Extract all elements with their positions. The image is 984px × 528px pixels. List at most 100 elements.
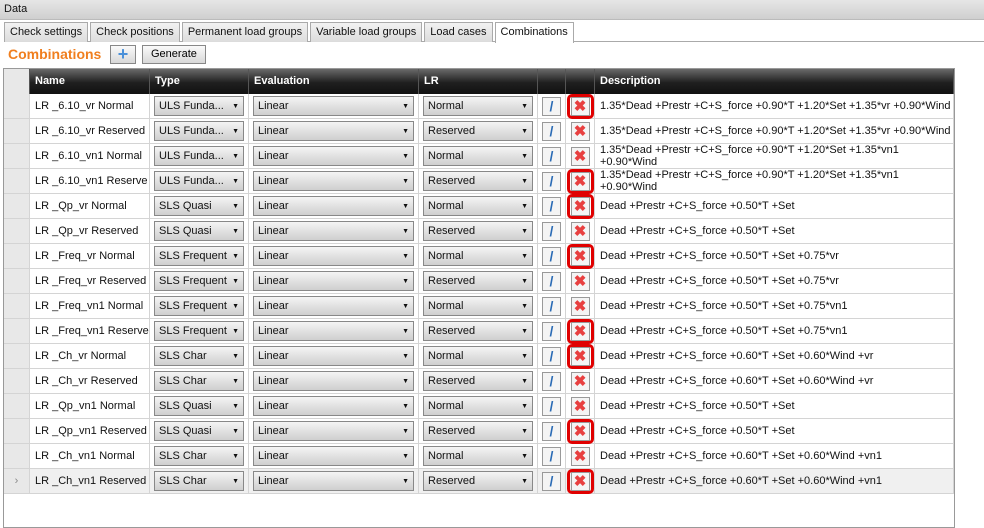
lr-select[interactable]: Reserved ▼ bbox=[423, 471, 533, 491]
edit-button[interactable]: / bbox=[542, 96, 561, 116]
column-header-description-col[interactable]: Description bbox=[595, 69, 954, 94]
edit-button[interactable]: / bbox=[542, 146, 561, 166]
name-cell[interactable]: LR _Ch_vn1 Reserved bbox=[30, 469, 150, 493]
delete-button[interactable]: ✖ bbox=[570, 296, 590, 316]
table-row[interactable]: LR _6.10_vr Reserved ULS Funda... ▼ Linea… bbox=[4, 119, 954, 144]
edit-button[interactable]: / bbox=[542, 371, 561, 391]
tab-load-cases[interactable]: Load cases bbox=[424, 22, 493, 42]
table-row[interactable]: LR _Freq_vr Reserved SLS Frequent ▼ Linea… bbox=[4, 269, 954, 294]
lr-select[interactable]: Normal ▼ bbox=[423, 246, 533, 266]
type-select[interactable]: SLS Quasi ▼ bbox=[154, 221, 244, 241]
delete-button[interactable]: ✖ bbox=[570, 121, 590, 141]
table-row[interactable]: LR _Qp_vn1 Normal SLS Quasi ▼ Linear ▼ Nor… bbox=[4, 394, 954, 419]
column-header-lr-col[interactable]: LR bbox=[419, 69, 538, 94]
delete-button[interactable]: ✖ bbox=[570, 371, 590, 391]
lr-select[interactable]: Normal ▼ bbox=[423, 196, 533, 216]
column-header-edit-col[interactable] bbox=[538, 69, 566, 94]
lr-select[interactable]: Reserved ▼ bbox=[423, 421, 533, 441]
name-cell[interactable]: LR _Qp_vn1 Reserved bbox=[30, 419, 150, 443]
lr-select[interactable]: Normal ▼ bbox=[423, 296, 533, 316]
lr-select[interactable]: Normal ▼ bbox=[423, 96, 533, 116]
name-cell[interactable]: LR _6.10_vn1 Normal bbox=[30, 144, 150, 168]
tab-variable-load-groups[interactable]: Variable load groups bbox=[310, 22, 423, 42]
edit-button[interactable]: / bbox=[542, 421, 561, 441]
table-row[interactable]: LR _Ch_vr Normal SLS Char ▼ Linear ▼ Norma… bbox=[4, 344, 954, 369]
row-selector[interactable] bbox=[4, 294, 30, 318]
row-selector[interactable] bbox=[4, 144, 30, 168]
name-cell[interactable]: LR _Qp_vr Reserved bbox=[30, 219, 150, 243]
evaluation-select[interactable]: Linear ▼ bbox=[253, 121, 414, 141]
name-cell[interactable]: LR _Qp_vr Normal bbox=[30, 194, 150, 218]
type-select[interactable]: ULS Funda... ▼ bbox=[154, 146, 244, 166]
row-selector[interactable] bbox=[4, 169, 30, 193]
evaluation-select[interactable]: Linear ▼ bbox=[253, 471, 414, 491]
name-cell[interactable]: LR _Ch_vn1 Normal bbox=[30, 444, 150, 468]
table-row[interactable]: LR _Ch_vn1 Normal SLS Char ▼ Linear ▼ Norm… bbox=[4, 444, 954, 469]
type-select[interactable]: ULS Funda... ▼ bbox=[154, 171, 244, 191]
edit-button[interactable]: / bbox=[542, 221, 561, 241]
name-cell[interactable]: LR _6.10_vr Normal bbox=[30, 94, 150, 118]
lr-select[interactable]: Reserved ▼ bbox=[423, 321, 533, 341]
edit-button[interactable]: / bbox=[542, 246, 561, 266]
row-selector[interactable] bbox=[4, 94, 30, 118]
column-header-row-header-col[interactable] bbox=[4, 69, 30, 94]
type-select[interactable]: SLS Char ▼ bbox=[154, 371, 244, 391]
lr-select[interactable]: Normal ▼ bbox=[423, 146, 533, 166]
name-cell[interactable]: LR _Qp_vn1 Normal bbox=[30, 394, 150, 418]
type-select[interactable]: SLS Char ▼ bbox=[154, 446, 244, 466]
name-cell[interactable]: LR _Ch_vr Reserved bbox=[30, 369, 150, 393]
tab-check-positions[interactable]: Check positions bbox=[90, 22, 180, 42]
row-selector[interactable]: › bbox=[4, 469, 30, 493]
evaluation-select[interactable]: Linear ▼ bbox=[253, 171, 414, 191]
evaluation-select[interactable]: Linear ▼ bbox=[253, 246, 414, 266]
type-select[interactable]: SLS Quasi ▼ bbox=[154, 421, 244, 441]
row-selector[interactable] bbox=[4, 419, 30, 443]
evaluation-select[interactable]: Linear ▼ bbox=[253, 146, 414, 166]
edit-button[interactable]: / bbox=[542, 296, 561, 316]
row-selector[interactable] bbox=[4, 319, 30, 343]
type-select[interactable]: SLS Frequent ▼ bbox=[154, 296, 244, 316]
lr-select[interactable]: Reserved ▼ bbox=[423, 371, 533, 391]
column-header-evaluation-col[interactable]: Evaluation bbox=[249, 69, 419, 94]
row-selector[interactable] bbox=[4, 269, 30, 293]
type-select[interactable]: ULS Funda... ▼ bbox=[154, 96, 244, 116]
evaluation-select[interactable]: Linear ▼ bbox=[253, 196, 414, 216]
lr-select[interactable]: Reserved ▼ bbox=[423, 221, 533, 241]
evaluation-select[interactable]: Linear ▼ bbox=[253, 321, 414, 341]
table-row[interactable]: LR _Ch_vr Reserved SLS Char ▼ Linear ▼ Res… bbox=[4, 369, 954, 394]
edit-button[interactable]: / bbox=[542, 446, 561, 466]
edit-button[interactable]: / bbox=[542, 196, 561, 216]
type-select[interactable]: SLS Quasi ▼ bbox=[154, 196, 244, 216]
lr-select[interactable]: Normal ▼ bbox=[423, 346, 533, 366]
edit-button[interactable]: / bbox=[542, 471, 561, 491]
name-cell[interactable]: LR _6.10_vr Reserved bbox=[30, 119, 150, 143]
tab-combinations[interactable]: Combinations bbox=[494, 22, 574, 43]
type-select[interactable]: SLS Char ▼ bbox=[154, 471, 244, 491]
type-select[interactable]: SLS Quasi ▼ bbox=[154, 396, 244, 416]
generate-button[interactable]: Generate bbox=[142, 44, 206, 64]
table-row[interactable]: LR _6.10_vn1 Normal ULS Funda... ▼ Linear… bbox=[4, 144, 954, 169]
name-cell[interactable]: LR _Freq_vr Normal bbox=[30, 244, 150, 268]
delete-button[interactable]: ✖ bbox=[570, 221, 590, 241]
evaluation-select[interactable]: Linear ▼ bbox=[253, 371, 414, 391]
lr-select[interactable]: Normal ▼ bbox=[423, 446, 533, 466]
type-select[interactable]: SLS Char ▼ bbox=[154, 346, 244, 366]
name-cell[interactable]: LR _Freq_vn1 Reserve bbox=[30, 319, 150, 343]
table-row[interactable]: LR _Freq_vn1 Reserve SLS Frequent ▼ Linea… bbox=[4, 319, 954, 344]
tab-permanent-load-groups[interactable]: Permanent load groups bbox=[181, 22, 309, 42]
tab-check-settings[interactable]: Check settings bbox=[4, 22, 89, 42]
name-cell[interactable]: LR _Freq_vn1 Normal bbox=[30, 294, 150, 318]
edit-button[interactable]: / bbox=[542, 396, 561, 416]
evaluation-select[interactable]: Linear ▼ bbox=[253, 296, 414, 316]
type-select[interactable]: SLS Frequent ▼ bbox=[154, 321, 244, 341]
row-selector[interactable] bbox=[4, 119, 30, 143]
table-row[interactable]: › LR _Ch_vn1 Reserved SLS Char ▼ Linear ▼ … bbox=[4, 469, 954, 494]
lr-select[interactable]: Reserved ▼ bbox=[423, 271, 533, 291]
column-header-delete-col[interactable] bbox=[566, 69, 595, 94]
add-combination-button[interactable]: + bbox=[110, 44, 136, 64]
name-cell[interactable]: LR _6.10_vn1 Reserve bbox=[30, 169, 150, 193]
type-select[interactable]: ULS Funda... ▼ bbox=[154, 121, 244, 141]
table-row[interactable]: LR _Qp_vr Reserved SLS Quasi ▼ Linear ▼ Re… bbox=[4, 219, 954, 244]
row-selector[interactable] bbox=[4, 394, 30, 418]
edit-button[interactable]: / bbox=[542, 271, 561, 291]
